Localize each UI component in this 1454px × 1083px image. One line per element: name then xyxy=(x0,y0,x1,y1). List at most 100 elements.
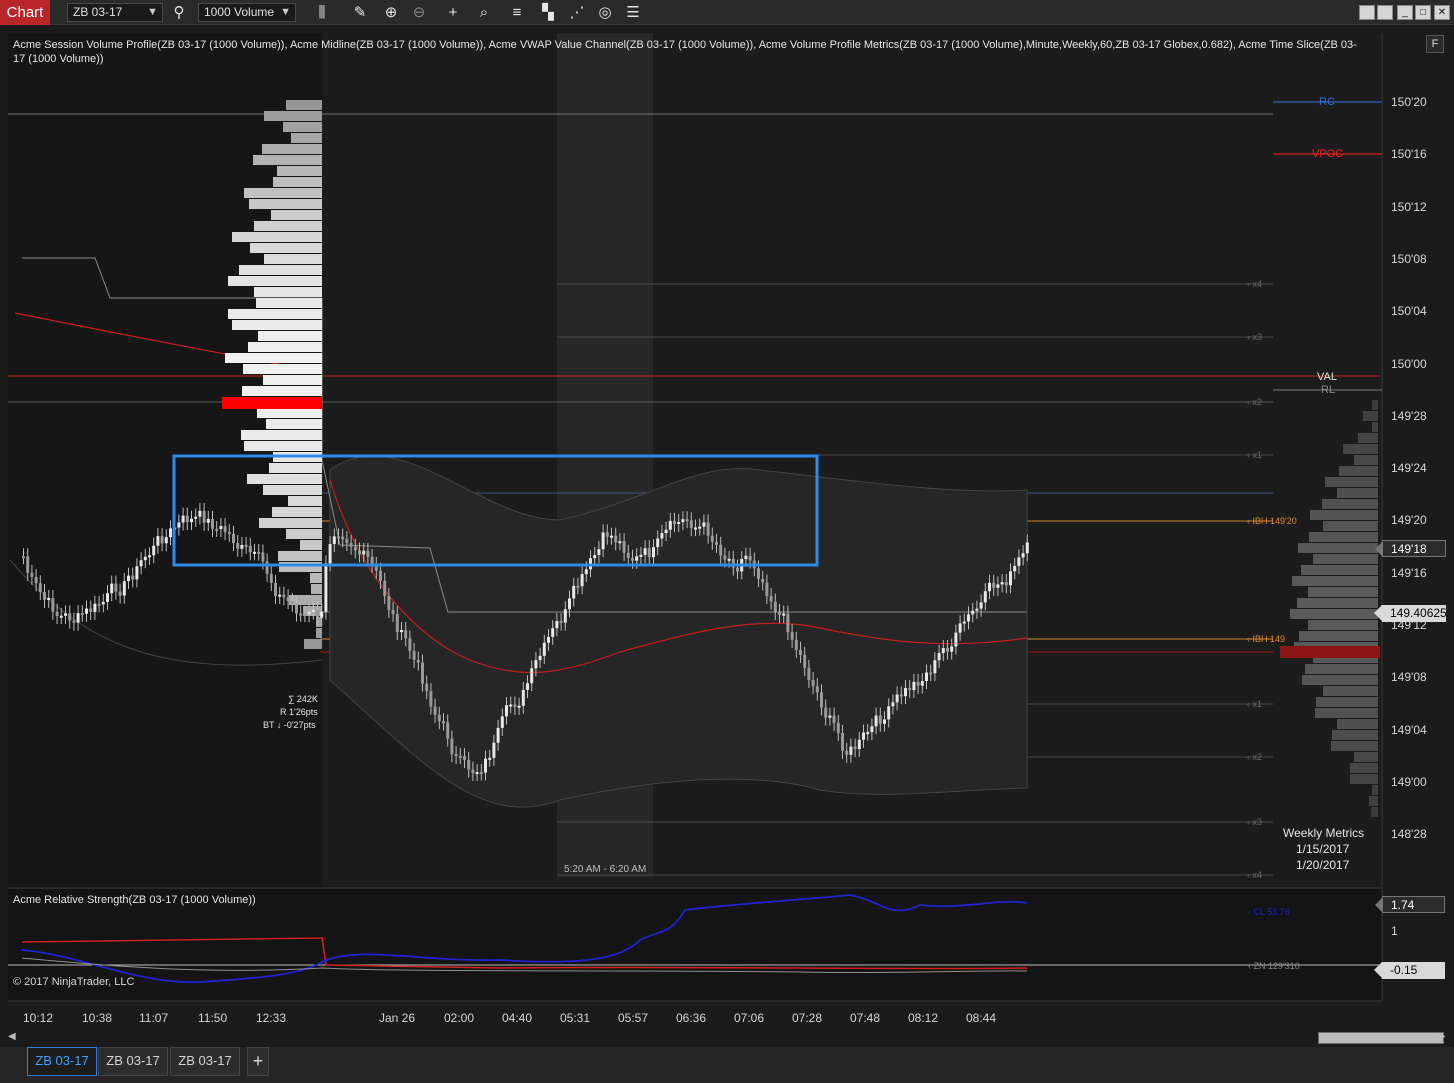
candle-body xyxy=(337,536,340,539)
volume-profile-bar xyxy=(262,144,322,154)
chevron-down-icon: ▼ xyxy=(280,6,291,18)
time-axis-label: 12:33 xyxy=(256,1011,287,1025)
candle-body xyxy=(475,772,479,775)
candle-body xyxy=(841,732,844,751)
time-axis-label: 08:12 xyxy=(908,1011,939,1025)
volume-profile-bar xyxy=(283,122,322,132)
volume-profile-bar xyxy=(249,199,322,209)
candle-body xyxy=(967,614,970,622)
candle-body xyxy=(555,621,559,629)
candle-body xyxy=(778,612,781,615)
bar-style-icon[interactable]: ⫼ xyxy=(311,2,333,23)
candle-body xyxy=(416,659,420,663)
candle-body xyxy=(290,601,294,604)
candle-body xyxy=(736,567,739,572)
volume-profile-bar xyxy=(1301,565,1378,575)
scroll-left-icon[interactable]: ◀ xyxy=(8,1031,16,1042)
candle-body xyxy=(920,680,924,686)
volume-profile-bar xyxy=(310,573,322,583)
candle-body xyxy=(345,539,349,544)
time-axis-label: 06:36 xyxy=(676,1011,707,1025)
tab-zb-2[interactable]: ZB 03-17 xyxy=(98,1047,168,1076)
candle-body xyxy=(715,541,718,545)
instrument-selector[interactable]: ZB 03-17 ▼ xyxy=(67,3,163,22)
panel-float-button[interactable]: F xyxy=(1426,35,1444,53)
instrument-value: ZB 03-17 xyxy=(73,5,123,19)
candle-body xyxy=(219,526,223,530)
val-label: VAL xyxy=(1317,371,1337,383)
candle-body xyxy=(895,694,899,703)
candle-body xyxy=(916,681,920,686)
candle-body xyxy=(1013,565,1017,572)
volume-profile-bar xyxy=(1372,422,1378,432)
candle-body xyxy=(744,555,748,560)
candle-body xyxy=(521,689,525,706)
volume-profile-bar xyxy=(1337,719,1378,729)
volume-profile-bar xyxy=(239,265,322,275)
add-tab-button[interactable]: + xyxy=(247,1047,269,1076)
strategies-icon[interactable]: ◎ xyxy=(594,2,616,23)
time-axis-label: 11:07 xyxy=(139,1011,169,1025)
candle-body xyxy=(316,609,319,618)
candle-body xyxy=(811,680,815,687)
bar-type-selector[interactable]: 1000 Volume ▼ xyxy=(198,3,296,22)
pencil-icon[interactable]: ✎ xyxy=(349,2,371,23)
candle-body xyxy=(488,757,492,760)
horizontal-scrollbar-thumb[interactable] xyxy=(1318,1032,1444,1044)
volume-profile-bar xyxy=(1308,620,1378,630)
volume-profile-bar xyxy=(225,353,322,363)
candle-body xyxy=(765,582,769,596)
search-icon[interactable]: ⚲ xyxy=(168,2,190,23)
candle-body xyxy=(269,573,273,583)
candle-body xyxy=(395,613,399,633)
scroll-right-icon[interactable]: ▶ xyxy=(1438,1031,1446,1042)
maximize-icon[interactable]: □ xyxy=(1415,5,1431,20)
price-axis-label: 150'16 xyxy=(1391,147,1427,162)
candle-body xyxy=(320,611,324,618)
candle-body xyxy=(954,632,958,647)
zoom-out-icon[interactable]: ⊖ xyxy=(408,2,430,23)
candle-body xyxy=(202,510,206,523)
candle-body xyxy=(106,593,109,602)
tab-zb-1[interactable]: ZB 03-17 xyxy=(27,1047,97,1076)
price-axis-label: 150'00 xyxy=(1391,356,1427,371)
candle-body xyxy=(190,518,193,523)
candle-body xyxy=(164,537,168,544)
candle-body xyxy=(786,613,790,633)
candle-body xyxy=(181,515,185,523)
order-icon[interactable]: ≡ xyxy=(506,2,528,23)
close-icon[interactable]: ✕ xyxy=(1434,5,1450,20)
indicators-icon[interactable]: ⋰ xyxy=(566,2,588,23)
tab-zb-3[interactable]: ZB 03-17 xyxy=(170,1047,240,1076)
volume-profile-bar xyxy=(1290,609,1378,619)
weekly-metrics-start: 1/15/2017 xyxy=(1296,842,1350,856)
chart-tab[interactable]: Chart xyxy=(0,0,50,25)
relative-strength-title: Acme Relative Strength(ZB 03-17 (1000 Vo… xyxy=(13,894,256,906)
candle-body xyxy=(538,655,542,661)
candle-body xyxy=(458,755,462,758)
zoom-in-icon[interactable]: ⊕ xyxy=(380,2,402,23)
candle-body xyxy=(983,591,987,603)
data-box-icon[interactable]: ⌕ xyxy=(473,2,495,23)
vpoc-label: VPOC xyxy=(1312,148,1344,160)
window-min-icon[interactable] xyxy=(1359,5,1375,20)
minimize-icon[interactable]: _ xyxy=(1397,5,1413,20)
candle-body xyxy=(794,639,798,650)
candle-body xyxy=(72,620,76,623)
volume-profile-bar xyxy=(264,254,322,264)
time-slice-label: 5:20 AM - 6:20 AM xyxy=(564,864,647,875)
candle-body xyxy=(446,722,450,739)
candle-body xyxy=(824,707,828,718)
candle-body xyxy=(782,613,786,616)
candle-body xyxy=(425,683,429,692)
levels-icon[interactable]: ▚ xyxy=(537,2,559,23)
volume-profile-bar xyxy=(269,463,322,473)
crosshair-icon[interactable]: + xyxy=(442,2,464,23)
candle-body xyxy=(643,548,647,555)
session-volume: ∑ 242K xyxy=(288,694,318,704)
price-axis-label: 150'04 xyxy=(1391,304,1427,319)
window-restore-icon[interactable] xyxy=(1377,5,1393,20)
properties-icon[interactable]: ☰ xyxy=(622,2,644,23)
volume-profile-bar xyxy=(1298,543,1378,553)
candle-body xyxy=(1021,553,1025,558)
